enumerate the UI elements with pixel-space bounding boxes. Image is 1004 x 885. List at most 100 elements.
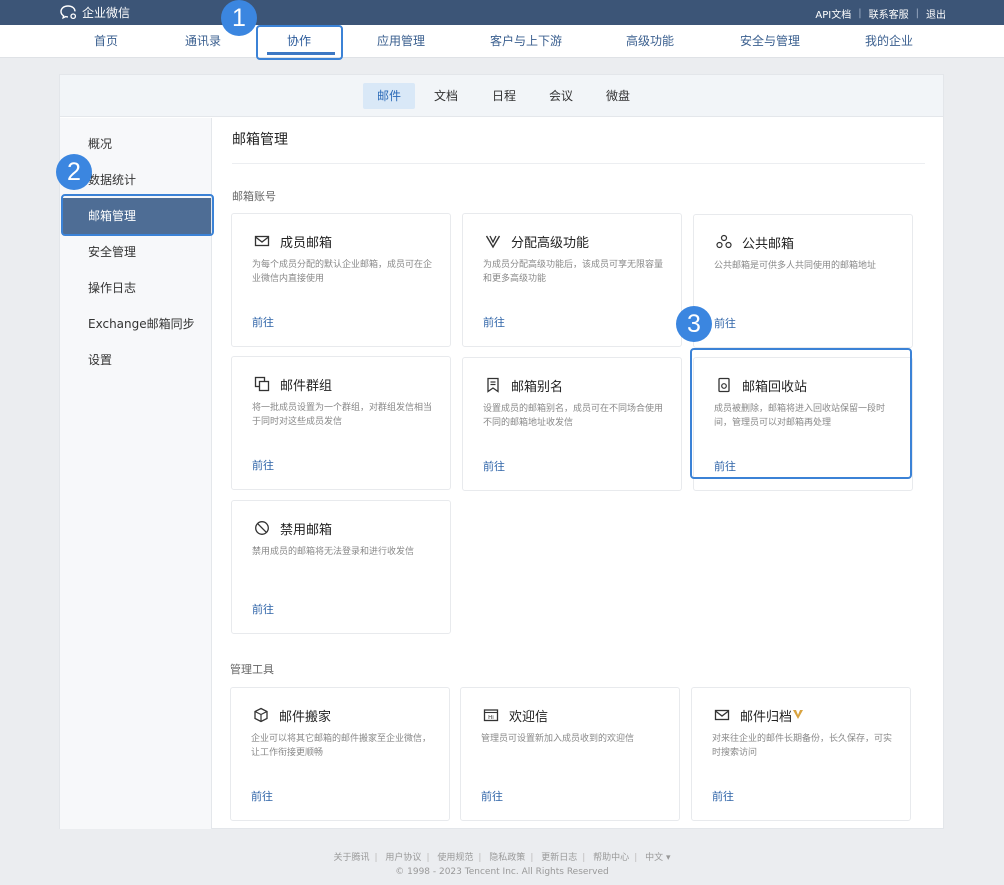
card-description: 成员被删除，邮箱将进入回收站保留一段时间，管理员可以对邮箱再处理 bbox=[714, 404, 886, 428]
footer-links: 关于腾讯 | 用户协议 | 使用规范 | 隐私政策 | 更新日志 | 帮助中心 | 中文 ▾ bbox=[0, 850, 1004, 863]
sidebar-item-exchange-sync[interactable]: Exchange邮箱同步 bbox=[60, 306, 212, 342]
card-disable-mailbox[interactable]: 禁用邮箱 禁用成员的邮箱将无法登录和进行收发信 前往 bbox=[231, 500, 451, 634]
tab-meeting[interactable]: 会议 bbox=[542, 83, 580, 109]
card-description: 设置成员的邮箱别名，成员可在不同场合使用不同的邮箱地址收发信 bbox=[483, 404, 664, 428]
card-member-mailbox[interactable]: 成员邮箱 为每个成员分配的默认企业邮箱，成员可在企业微信内直接使用 前往 bbox=[231, 213, 451, 347]
card-go-link[interactable]: 前往 bbox=[252, 601, 274, 617]
nav-item-app-management[interactable]: 应用管理 bbox=[377, 25, 425, 58]
v-badge-icon bbox=[485, 235, 501, 249]
card-title: 分配高级功能 bbox=[511, 236, 590, 251]
card-description: 公共邮箱是可供多人共同使用的邮箱地址 bbox=[714, 261, 877, 271]
top-links: API文档 | 联系客服 | 退出 bbox=[815, 6, 946, 21]
step-badge-3: 3 bbox=[676, 306, 712, 342]
footer-link-help[interactable]: 帮助中心 bbox=[593, 853, 629, 863]
separator: | bbox=[582, 853, 586, 863]
separator: | bbox=[858, 8, 862, 19]
card-mailbox-alias[interactable]: 邮箱别名 设置成员的邮箱别名，成员可在不同场合使用不同的邮箱地址收发信 前往 bbox=[462, 357, 682, 491]
card-title: 禁用邮箱 bbox=[280, 523, 333, 538]
card-go-link[interactable]: 前往 bbox=[251, 788, 273, 804]
card-mail-group[interactable]: 邮件群组 将一批成员设置为一个群组，对群组发信相当于同时对这些成员发信 前往 bbox=[231, 356, 451, 490]
card-title: 成员邮箱 bbox=[280, 236, 333, 251]
card-go-link[interactable]: 前往 bbox=[481, 788, 503, 804]
card-mail-migration[interactable]: 邮件搬家 企业可以将其它邮箱的邮件搬家至企业微信，让工作衔接更顺畅 前往 bbox=[230, 687, 450, 821]
copyright: © 1998 - 2023 Tencent Inc. All Rights Re… bbox=[395, 867, 609, 877]
nav-item-home[interactable]: 首页 bbox=[94, 25, 118, 58]
nav-item-my-company[interactable]: 我的企业 bbox=[865, 25, 913, 58]
card-title: 公共邮箱 bbox=[742, 237, 795, 252]
card-description: 禁用成员的邮箱将无法登录和进行收发信 bbox=[252, 547, 415, 557]
card-go-link[interactable]: 前往 bbox=[252, 314, 274, 330]
divider bbox=[232, 163, 925, 164]
tab-drive[interactable]: 微盘 bbox=[599, 83, 637, 109]
sidebar-item-mailbox-management[interactable]: 邮箱管理 bbox=[63, 198, 211, 234]
card-title: 邮箱别名 bbox=[511, 380, 564, 395]
nav-item-security[interactable]: 安全与管理 bbox=[740, 25, 800, 58]
card-go-link[interactable]: 前往 bbox=[714, 315, 736, 331]
envelope-icon bbox=[254, 235, 270, 247]
welcome-letter-icon: Hi bbox=[483, 709, 499, 722]
step-badge-2: 2 bbox=[56, 154, 92, 190]
page-title: 邮箱管理 bbox=[232, 132, 288, 148]
section-label-accounts: 邮箱账号 bbox=[232, 190, 276, 203]
footer-link-user-agreement[interactable]: 用户协议 bbox=[385, 853, 421, 863]
card-recycle-bin[interactable]: 邮箱回收站 成员被删除，邮箱将进入回收站保留一段时间，管理员可以对邮箱再处理 前… bbox=[693, 357, 913, 491]
card-title: 邮件归档 bbox=[740, 710, 793, 725]
brand-name: 企业微信 bbox=[82, 5, 131, 20]
card-description: 将一批成员设置为一个群组，对群组发信相当于同时对这些成员发信 bbox=[252, 403, 433, 427]
card-go-link[interactable]: 前往 bbox=[483, 314, 505, 330]
contact-support-link[interactable]: 联系客服 bbox=[869, 6, 909, 21]
main-nav: 首页 通讯录 协作 应用管理 客户与上下游 高级功能 安全与管理 我的企业 bbox=[0, 25, 1004, 58]
nav-item-contacts[interactable]: 通讯录 bbox=[185, 25, 221, 58]
nav-item-advanced[interactable]: 高级功能 bbox=[626, 25, 674, 58]
mail-subtabs: 邮件 文档 日程 会议 微盘 bbox=[60, 75, 943, 117]
tab-mail[interactable]: 邮件 bbox=[363, 83, 415, 109]
nav-item-customers[interactable]: 客户与上下游 bbox=[490, 25, 562, 58]
card-title: 邮件搬家 bbox=[279, 710, 332, 725]
card-go-link[interactable]: 前往 bbox=[252, 457, 274, 473]
separator: | bbox=[426, 853, 430, 863]
cube-icon bbox=[254, 707, 268, 723]
sidebar: 概况 数据统计 邮箱管理 安全管理 操作日志 Exchange邮箱同步 设置 bbox=[60, 118, 212, 829]
separator: | bbox=[530, 853, 534, 863]
archive-envelope-icon bbox=[714, 709, 730, 721]
card-title: 邮件群组 bbox=[280, 379, 333, 394]
api-docs-link[interactable]: API文档 bbox=[815, 6, 851, 21]
card-advanced-features[interactable]: 分配高级功能 为成员分配高级功能后，该成员可享无限容量和更多高级功能 前往 bbox=[462, 213, 682, 347]
sidebar-item-settings[interactable]: 设置 bbox=[60, 342, 212, 378]
card-go-link[interactable]: 前往 bbox=[714, 458, 736, 474]
wecom-logo-icon bbox=[60, 5, 77, 20]
sidebar-item-security[interactable]: 安全管理 bbox=[60, 234, 212, 270]
language-selector[interactable]: 中文 ▾ bbox=[645, 853, 670, 863]
ban-icon bbox=[255, 521, 269, 535]
tab-calendar[interactable]: 日程 bbox=[485, 83, 523, 109]
sidebar-item-operation-log[interactable]: 操作日志 bbox=[60, 270, 212, 306]
footer-link-usage-rules[interactable]: 使用规范 bbox=[437, 853, 473, 863]
card-go-link[interactable]: 前往 bbox=[483, 458, 505, 474]
separator: | bbox=[634, 853, 638, 863]
separator: | bbox=[478, 853, 482, 863]
card-description: 企业可以将其它邮箱的邮件搬家至企业微信，让工作衔接更顺畅 bbox=[251, 734, 432, 758]
section-label-tools: 管理工具 bbox=[230, 663, 274, 676]
card-go-link[interactable]: 前往 bbox=[712, 788, 734, 804]
card-title: 欢迎信 bbox=[509, 710, 549, 725]
separator: | bbox=[374, 853, 378, 863]
top-bar: 企业微信 API文档 | 联系客服 | 退出 bbox=[0, 0, 1004, 25]
svg-text:Hi: Hi bbox=[488, 715, 494, 721]
brand[interactable]: 企业微信 bbox=[60, 3, 130, 21]
card-welcome-letter[interactable]: Hi 欢迎信 管理员可设置新加入成员收到的欢迎信 前往 bbox=[460, 687, 680, 821]
vip-crown-icon bbox=[793, 710, 803, 719]
footer-link-about[interactable]: 关于腾讯 bbox=[333, 853, 369, 863]
nav-active-underline bbox=[267, 52, 335, 55]
recycle-bin-icon bbox=[718, 377, 730, 393]
card-description: 为每个成员分配的默认企业邮箱，成员可在企业微信内直接使用 bbox=[252, 260, 433, 284]
alias-icon bbox=[487, 377, 499, 393]
card-title: 邮箱回收站 bbox=[742, 380, 808, 395]
shared-users-icon bbox=[716, 234, 732, 249]
footer-link-privacy[interactable]: 隐私政策 bbox=[489, 853, 525, 863]
card-mail-archive[interactable]: 邮件归档 对来往企业的邮件长期备份，长久保存，可实时搜索访问 前往 bbox=[691, 687, 911, 821]
card-public-mailbox[interactable]: 公共邮箱 公共邮箱是可供多人共同使用的邮箱地址 前往 bbox=[693, 214, 913, 348]
logout-link[interactable]: 退出 bbox=[926, 6, 946, 21]
tab-docs[interactable]: 文档 bbox=[427, 83, 465, 109]
footer-link-changelog[interactable]: 更新日志 bbox=[541, 853, 577, 863]
group-icon bbox=[254, 376, 270, 392]
